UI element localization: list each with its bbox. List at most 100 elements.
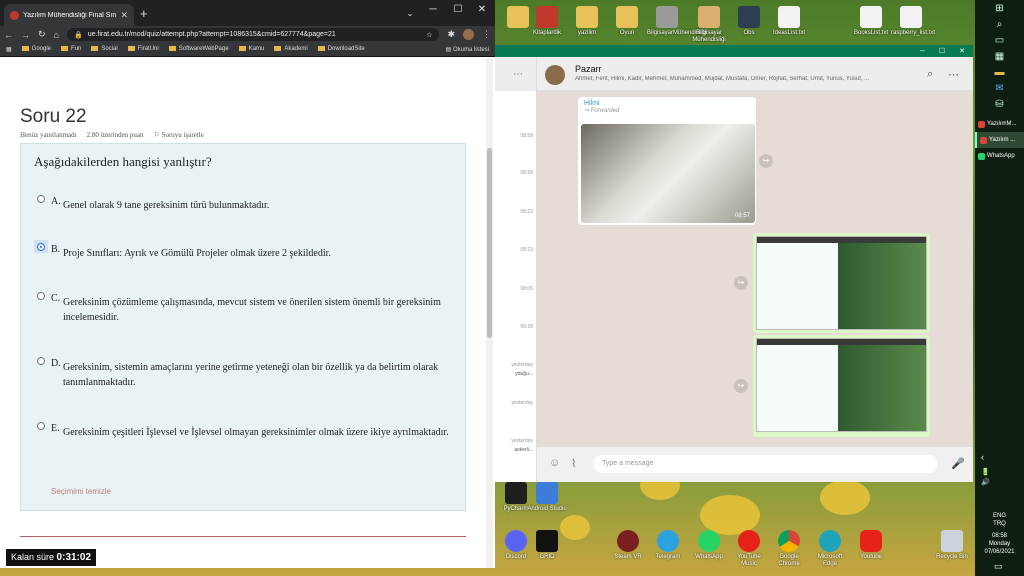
forward-icon[interactable]: → [21,30,30,40]
bookmark-item[interactable]: DownloadSite [317,46,365,53]
url-field[interactable]: 🔒 ue.firat.edu.tr/mod/quiz/attempt.php?a… [66,28,440,41]
clear-selection-link[interactable]: Seçimimi temizle [51,487,111,496]
search-icon[interactable]: ⌕ [927,68,933,81]
chevron-icon[interactable]: ‹ [981,452,984,462]
chat-list-menu-icon[interactable]: ⋯ [495,57,536,91]
file-explorer-icon[interactable]: ▬ [975,64,1024,80]
desktop-icon[interactable]: WhatsApp [689,530,729,561]
bookmark-item[interactable]: Kamu [238,46,265,53]
desktop-icon[interactable]: Bilgisayar Mühendisliği [689,6,729,44]
desktop-icon[interactable]: Microsoft Edge [810,530,850,568]
chat-header[interactable]: Pazarr Ahmet, Ferit, Hilmi, Kadir, Mehme… [537,57,973,91]
desktop-icon[interactable]: BilgisayarMühendisliği [647,6,706,37]
whatsapp-titlebar: ─ ☐ ✕ [495,45,973,57]
group-avatar[interactable] [545,65,565,85]
desktop-icon[interactable]: Youtube [851,530,891,561]
clock-time: 08:58 [991,533,1007,539]
forward-icon[interactable]: ↪ [759,154,773,168]
message-image[interactable]: 08:57 [581,124,755,223]
message-bubble[interactable]: Hilmi ↪ Forwarded 08:57 [578,97,756,225]
desktop-icon[interactable]: Android Studio [527,482,567,513]
desktop-icon[interactable]: Google Chrome [769,530,809,568]
home-icon[interactable]: ⌂ [54,30,59,40]
bookmark-item[interactable]: FiratUni [127,46,159,53]
search-icon[interactable]: ⌕ [975,16,1024,32]
message-bubble[interactable] [753,233,930,333]
notification-icon[interactable]: ▭ [994,561,1003,572]
bookmark-item[interactable]: Social [91,46,118,53]
emoji-icon[interactable]: ☺ [549,457,560,469]
mail-icon[interactable]: ✉ [975,80,1024,96]
youtube-icon [860,530,882,552]
star-icon[interactable]: ☆ [426,31,432,39]
desktop-icon[interactable]: Oyun [607,6,647,37]
store-icon[interactable]: ⛁ [975,96,1024,112]
desktop-icon[interactable]: IdeasList.txt [769,6,809,37]
radio-e[interactable] [37,422,45,430]
desktop-icon[interactable]: Recycle Bin [932,530,972,561]
microphone-icon[interactable]: 🎤 [951,457,965,470]
minimize-icon[interactable]: ─ [920,48,925,55]
maximize-icon[interactable]: ☐ [939,47,945,55]
attach-icon[interactable]: ⌇ [571,457,576,470]
radio-b[interactable] [37,243,45,251]
bookmark-item[interactable]: Fun [61,46,81,53]
task-view-icon[interactable]: ▭ [975,32,1024,48]
system-clock[interactable]: ENG TRQ 08:58 Monday 07/06/2021 [975,512,1024,556]
bookmark-item[interactable]: Google [21,46,51,53]
page-scrollbar[interactable] [486,58,493,568]
bookmark-label: Kamu [248,46,265,53]
message-bubble[interactable] [753,335,930,437]
desktop-icon[interactable]: Obs [729,6,769,37]
maximize-icon[interactable]: ☐ [446,0,470,18]
apps-icon[interactable]: ▦ [6,46,12,53]
grid-icon [536,530,558,552]
tray-icons[interactable]: 🔋 🔊 [981,468,990,488]
message-image[interactable] [756,338,927,432]
browser-tab[interactable]: Yazılım Mühendisliği Final Sınav... ✕ [4,4,134,26]
widgets-icon[interactable]: ▦ [975,48,1024,64]
taskbar-item-chrome-active[interactable]: Yazılım ... [975,132,1024,148]
taskbar-item-chrome[interactable]: YazılımM... [975,116,1024,132]
tab-search-icon[interactable]: ⌄ [398,4,422,22]
radio-c[interactable] [37,292,45,300]
desktop-icon-label: Google Chrome [778,554,800,567]
forward-icon[interactable]: ↪ [734,379,748,393]
close-window-icon[interactable]: ✕ [470,0,494,18]
desktop-icon[interactable]: BooksList.txt [851,6,891,37]
chat-list-time: yesterday [511,400,533,406]
scrollbar-thumb[interactable] [487,148,492,338]
bookmark-item[interactable]: SoftwareWebPage [168,46,229,53]
message-input[interactable]: Type a message [593,455,937,473]
back-icon[interactable]: ← [4,30,13,40]
desktop-icon-label: PyCharm [503,506,529,512]
desktop-icon-label: IdeasList.txt [772,30,805,36]
taskbar-item-whatsapp[interactable]: WhatsApp [975,148,1024,164]
desktop-icon[interactable]: Steam VR [608,530,648,561]
minimize-icon[interactable]: ─ [421,0,445,18]
desktop-icon[interactable]: YouTube Music [729,530,769,568]
extensions-icon[interactable]: ✱ [447,29,455,40]
menu-icon[interactable]: ⋮ [482,29,491,40]
close-window-icon[interactable]: ✕ [959,47,965,55]
desktop-icon[interactable]: raspberry_list.txt [891,6,935,37]
desktop-icon[interactable]: yazilim [567,6,607,37]
reading-list[interactable]: ▤ Okuma listesi [446,46,489,53]
start-icon[interactable]: ⊞ [975,0,1024,16]
close-tab-icon[interactable]: ✕ [120,10,128,21]
new-tab-icon[interactable]: + [140,6,148,21]
forward-icon[interactable]: ↪ [734,276,748,290]
taskbar-item-label: WhatsApp [987,153,1015,159]
message-image[interactable] [756,236,927,330]
desktop-icon[interactable]: Telegram [648,530,688,561]
flag-question-link[interactable]: ⚐ Soruyu işaretle [154,131,204,139]
reload-icon[interactable]: ↻ [38,29,46,40]
bookmark-item[interactable]: Akademi [274,46,308,53]
message-time: 08:57 [734,213,750,219]
radio-d[interactable] [37,357,45,365]
menu-icon[interactable]: ⋯ [948,68,959,81]
radio-a[interactable] [37,195,45,203]
desktop-icon[interactable]: Kitaplardik [527,6,567,37]
avatar[interactable] [463,29,474,40]
desktop-icon[interactable]: GRID [527,530,567,561]
